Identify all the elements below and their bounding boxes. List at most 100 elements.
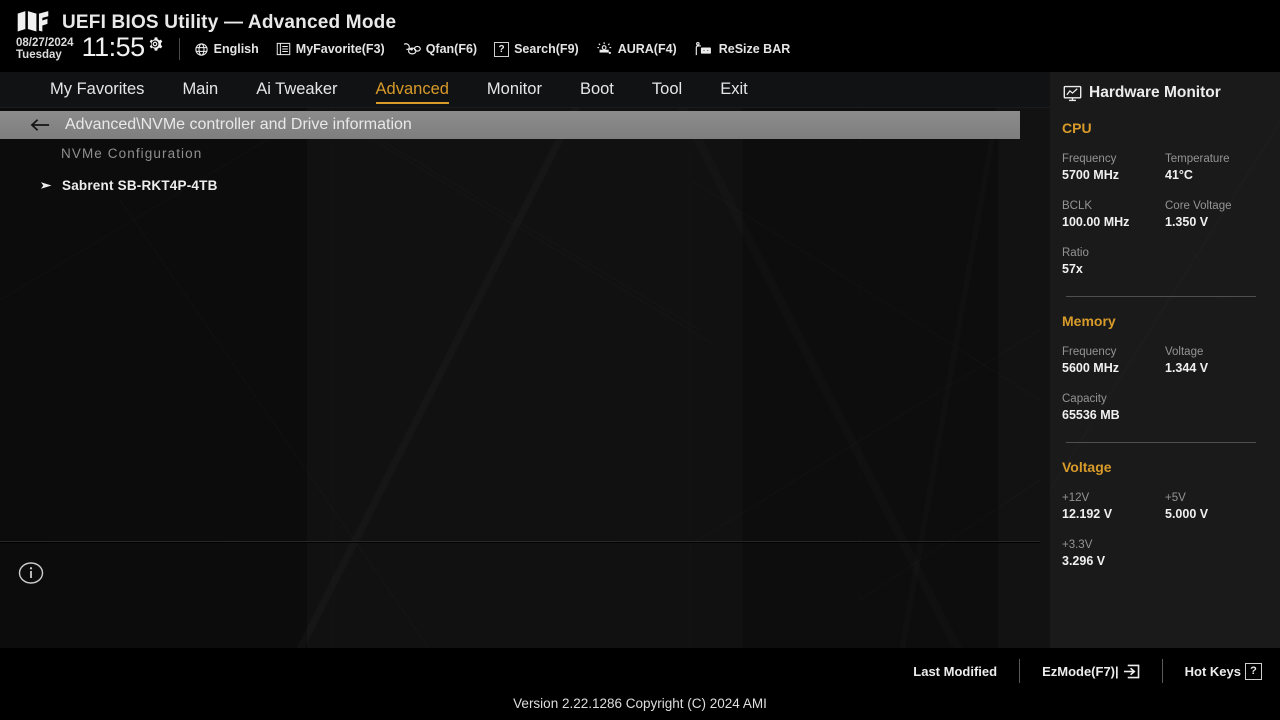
hwmon-value: 100.00 MHz — [1062, 215, 1130, 229]
hotbar-item-search[interactable]: ? Search(F9) — [494, 41, 579, 57]
hardware-monitor-panel: Hardware Monitor CPU Frequency 5700 MHz … — [1050, 72, 1280, 648]
hwmon-cell-33v: +3.3V 3.296 V — [1062, 539, 1268, 568]
ezmode-button[interactable]: EzMode(F7)| — [1042, 664, 1140, 679]
tab-my-favorites[interactable]: My Favorites — [50, 78, 144, 102]
hotbar-label-search: Search(F9) — [514, 42, 579, 57]
header-divider — [178, 38, 180, 61]
datetime-block: 08/27/2024 Tuesday — [16, 37, 74, 61]
hwmon-cell-memory-frequency: Frequency 5600 MHz — [1062, 346, 1165, 375]
drive-name-label: Sabrent SB-RKT4P-4TB — [62, 178, 218, 193]
hwmon-cell-cpu-bclk: BCLK 100.00 MHz — [1062, 200, 1165, 229]
resize-bar-icon — [695, 42, 711, 56]
version-text: Version 2.22.1286 Copyright (C) 2024 AMI — [513, 696, 767, 711]
hardware-monitor-title: Hardware Monitor — [1089, 84, 1221, 101]
question-key-icon: ? — [1245, 662, 1262, 680]
hotbar-label-aura: AURA(F4) — [617, 42, 677, 57]
footer-divider-1 — [1019, 659, 1021, 683]
page-title: UEFI BIOS Utility — Advanced Mode — [62, 12, 397, 33]
hwmon-value: 12.192 V — [1062, 507, 1113, 521]
main-nav-tabs: My Favorites Main Ai Tweaker Advanced Mo… — [0, 72, 1050, 108]
hwmon-group-memory: Memory Frequency 5600 MHz Voltage 1.344 … — [1062, 313, 1268, 440]
hwmon-group-title-cpu: CPU — [1062, 120, 1092, 136]
header-bar: UEFI BIOS Utility — Advanced Mode 08/27/… — [0, 0, 1280, 72]
hwmon-group-title-voltage: Voltage — [1062, 459, 1112, 475]
hwmon-value: 65536 MB — [1062, 408, 1120, 422]
hwmon-cell-cpu-core-voltage: Core Voltage 1.350 V — [1165, 200, 1268, 229]
hotbar-item-resize-bar[interactable]: ReSize BAR — [694, 41, 791, 57]
last-modified-button[interactable]: Last Modified — [913, 664, 997, 679]
tab-monitor[interactable]: Monitor — [487, 78, 542, 102]
bios-screen: UEFI BIOS Utility — Advanced Mode 08/27/… — [0, 0, 1280, 720]
hotbar-item-aura[interactable]: AURA(F4) — [596, 41, 677, 57]
hwmon-group-voltage: Voltage +12V 12.192 V +5V 5.000 V +3.3V … — [1062, 459, 1268, 586]
hwmon-label: Ratio — [1062, 247, 1089, 259]
hotkeys-button[interactable]: Hot Keys ? — [1184, 662, 1262, 680]
tab-ai-tweaker[interactable]: Ai Tweaker — [256, 78, 337, 102]
hwmon-cell-5v: +5V 5.000 V — [1165, 492, 1268, 521]
hwmon-cell-cpu-frequency: Frequency 5700 MHz — [1062, 153, 1165, 182]
question-icon: ? — [494, 41, 510, 57]
hotbar-item-myfavorite[interactable]: MyFavorite(F3) — [276, 42, 385, 56]
hwmon-value: 5.000 V — [1165, 507, 1209, 521]
hwmon-label: +5V — [1165, 492, 1186, 504]
hwmon-divider-2 — [1066, 442, 1256, 443]
tab-tool[interactable]: Tool — [652, 78, 682, 102]
hwmon-label: +3.3V — [1062, 539, 1093, 551]
right-triangle-icon — [41, 182, 52, 189]
header-hotbar: English MyFavorite(F3) Qfan(F6) ? Search… — [194, 41, 791, 57]
tuf-shield-logo-icon — [17, 11, 49, 32]
footer-divider-2 — [1161, 659, 1163, 683]
hwmon-value: 57x — [1062, 262, 1083, 276]
hwmon-value: 41°C — [1165, 168, 1193, 182]
hotbar-label-resize-bar: ReSize BAR — [718, 42, 791, 57]
hwmon-cell-memory-capacity: Capacity 65536 MB — [1062, 393, 1268, 422]
footer-actions: Last Modified EzMode(F7)| Hot Keys ? — [913, 659, 1262, 683]
hwmon-cell-cpu-temperature: Temperature 41°C — [1165, 153, 1268, 182]
header-meta-row: 08/27/2024 Tuesday 11:55 English MyFavor… — [16, 34, 791, 62]
hwmon-cell-memory-voltage: Voltage 1.344 V — [1165, 346, 1268, 375]
hwmon-cell-cpu-ratio: Ratio 57x — [1062, 247, 1268, 276]
hwmon-label: Frequency — [1062, 346, 1117, 358]
ezmode-label: EzMode(F7)| — [1042, 663, 1119, 679]
hardware-monitor-title-row: Hardware Monitor — [1062, 84, 1268, 102]
back-arrow-icon — [30, 119, 50, 131]
hwmon-value: 1.350 V — [1165, 215, 1209, 229]
section-label: NVMe Configuration — [61, 146, 203, 161]
last-modified-label: Last Modified — [913, 663, 998, 679]
tab-boot[interactable]: Boot — [580, 78, 614, 102]
hotbar-item-english[interactable]: English — [194, 42, 259, 57]
hwmon-group-title-memory: Memory — [1062, 313, 1116, 329]
date-text: 08/27/2024 — [16, 37, 74, 49]
info-circle-icon[interactable] — [18, 560, 44, 591]
hwmon-divider-1 — [1066, 296, 1256, 297]
hwmon-label: Temperature — [1165, 153, 1230, 165]
hwmon-label: BCLK — [1062, 200, 1093, 212]
breadcrumb-text: Advanced\NVMe controller and Drive infor… — [65, 116, 412, 133]
list-icon — [276, 42, 291, 56]
hwmon-label: Frequency — [1062, 153, 1117, 165]
hotkeys-label: Hot Keys — [1184, 663, 1241, 679]
hotbar-label-myfavorite: MyFavorite(F3) — [295, 42, 385, 57]
tab-exit[interactable]: Exit — [720, 78, 748, 102]
weekday-text: Tuesday — [16, 49, 62, 62]
aura-light-icon — [597, 42, 611, 55]
fan-icon — [403, 42, 421, 55]
hwmon-value: 5700 MHz — [1062, 168, 1119, 182]
hwmon-label: Voltage — [1165, 346, 1204, 358]
hwmon-cell-12v: +12V 12.192 V — [1062, 492, 1165, 521]
list-item-drive[interactable]: Sabrent SB-RKT4P-4TB — [40, 178, 218, 193]
globe-icon — [194, 42, 208, 56]
gear-icon[interactable] — [147, 36, 163, 57]
hotbar-item-qfan[interactable]: Qfan(F6) — [402, 42, 477, 57]
title-row: UEFI BIOS Utility — Advanced Mode — [16, 10, 396, 36]
tab-main[interactable]: Main — [182, 78, 218, 102]
tab-advanced[interactable]: Advanced — [375, 78, 450, 104]
breadcrumb[interactable]: Advanced\NVMe controller and Drive infor… — [0, 111, 1020, 139]
hotbar-label-qfan: Qfan(F6) — [425, 42, 478, 57]
hwmon-label: Capacity — [1062, 393, 1107, 405]
hwmon-value: 5600 MHz — [1062, 361, 1119, 375]
main-content: Advanced\NVMe controller and Drive infor… — [0, 108, 1050, 648]
footer-bar: Last Modified EzMode(F7)| Hot Keys ? Ver… — [0, 648, 1280, 720]
hwmon-value: 1.344 V — [1165, 361, 1209, 375]
hotbar-label-english: English — [213, 42, 259, 57]
